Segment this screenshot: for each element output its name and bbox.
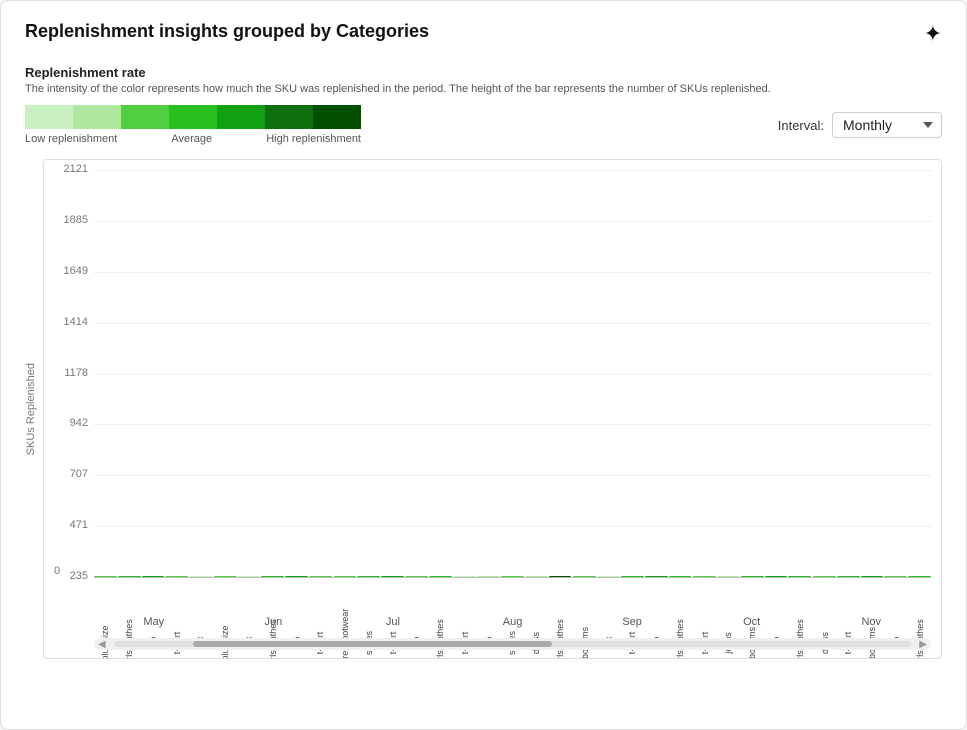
- scrollbar-track: [114, 641, 912, 647]
- legend-swatch: [169, 105, 217, 129]
- zero-label: 0: [54, 565, 60, 577]
- month-label-row: MayJunJulAugSepOctNov: [94, 616, 931, 628]
- month-label: Jul: [333, 616, 453, 628]
- label-low: Low replenishment: [25, 133, 117, 145]
- month-label: Jun: [214, 616, 334, 628]
- legend-swatch: [25, 105, 73, 129]
- y-grid-label: 1414: [48, 316, 88, 328]
- legend-swatch: [265, 105, 313, 129]
- legend-description: The intensity of the color represents ho…: [25, 83, 942, 95]
- legend-swatch: [313, 105, 361, 129]
- legend-swatch: [121, 105, 169, 129]
- legend-section: Replenishment rate The intensity of the …: [25, 65, 942, 145]
- legend-swatch: [217, 105, 265, 129]
- chart-inner: 21211885164914141178942707471235 0 plus …: [43, 159, 942, 659]
- month-label: Oct: [692, 616, 812, 628]
- swatches-wrapper: Low replenishment Average High replenish…: [25, 105, 361, 145]
- month-label: Sep: [572, 616, 692, 628]
- y-grid-label: 707: [48, 468, 88, 480]
- y-grid-label: 1649: [48, 265, 88, 277]
- main-card: Replenishment insights grouped by Catego…: [0, 0, 967, 730]
- month-label: May: [94, 616, 214, 628]
- interval-label: Interval:: [778, 118, 824, 133]
- legend-title: Replenishment rate: [25, 65, 942, 80]
- scrollbar-thumb[interactable]: [193, 641, 552, 647]
- interval-select[interactable]: DailyWeeklyMonthlyYearly: [832, 112, 942, 138]
- scrollbar[interactable]: ◀ ▶: [94, 638, 931, 650]
- scroll-left-arrow[interactable]: ◀: [94, 639, 110, 650]
- swatches-row: [25, 105, 361, 129]
- y-grid-label: 1885: [48, 214, 88, 226]
- y-grid-label: 2121: [48, 163, 88, 175]
- y-grid-label: 1178: [48, 367, 88, 379]
- bars-container: plus sizegirls clothestopt-shirthatplus …: [94, 170, 931, 578]
- swatch-labels: Low replenishment Average High replenish…: [25, 133, 361, 145]
- x-axis-line: [94, 577, 931, 578]
- label-high: High replenishment: [266, 133, 361, 145]
- sparkle-icon: ✦: [924, 21, 942, 47]
- scroll-right-arrow[interactable]: ▶: [915, 639, 931, 650]
- y-axis-label: SKUs Replenished: [25, 363, 37, 455]
- month-label: Nov: [811, 616, 931, 628]
- month-label: Aug: [453, 616, 573, 628]
- y-grid-label: 942: [48, 417, 88, 429]
- legend-row: Low replenishment Average High replenish…: [25, 105, 942, 145]
- label-avg: Average: [171, 133, 212, 145]
- legend-swatch: [73, 105, 121, 129]
- card-header: Replenishment insights grouped by Catego…: [25, 21, 942, 47]
- interval-row: Interval: DailyWeeklyMonthlyYearly: [778, 112, 942, 138]
- y-grid-label: 471: [48, 519, 88, 531]
- chart-area: SKUs Replenished 2121 1885 1649 1414 1178 942…: [25, 159, 942, 659]
- page-title: Replenishment insights grouped by Catego…: [25, 21, 429, 42]
